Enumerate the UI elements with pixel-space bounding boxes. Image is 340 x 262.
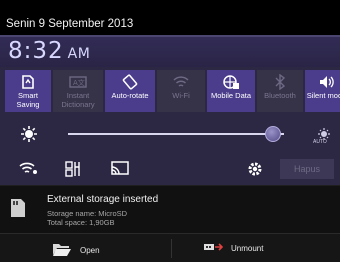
notification-total-space: Total space: 1,90GB — [47, 218, 115, 227]
toggle-label: Bluetooth — [264, 91, 296, 100]
clock-ampm: AM — [67, 46, 91, 62]
toggle-label: Wi-Fi — [172, 91, 190, 100]
rotate-icon — [120, 73, 140, 91]
wifi-settings-icon[interactable] — [18, 160, 38, 181]
action-divider — [171, 239, 172, 258]
screen-mirroring-icon[interactable] — [110, 160, 130, 183]
toggle-label-line2: Dictionary — [61, 100, 95, 109]
toggle-silent-mode[interactable]: Silent mode — [305, 70, 340, 112]
brightness-icon — [20, 125, 38, 148]
brightness-slider-thumb[interactable] — [265, 126, 281, 142]
connection-settings-icon[interactable] — [64, 160, 82, 183]
svg-text:A文: A文 — [73, 78, 85, 87]
bluetooth-icon — [270, 73, 290, 91]
toggle-label: Mobile Data — [210, 91, 252, 100]
sd-card-icon — [10, 198, 26, 218]
unmount-icon — [203, 242, 224, 254]
date-label: Senin 9 September 2013 — [6, 18, 134, 30]
unmount-label: Unmount — [231, 243, 264, 253]
toggle-wifi[interactable]: Wi-Fi — [157, 70, 205, 112]
brightness-row: AUTO — [0, 117, 340, 149]
quick-toggles: Smart Saving A文 Instant Dictionary Auto-… — [5, 70, 340, 112]
toggle-label: Auto-rotate — [111, 91, 149, 100]
storage-notification[interactable]: External storage inserted Storage name: … — [0, 185, 340, 233]
status-bar: Senin 9 September 2013 — [0, 0, 340, 35]
toggle-auto-rotate[interactable]: Auto-rotate — [105, 70, 155, 112]
toggle-smart-saving[interactable]: Smart Saving — [5, 70, 51, 112]
smart-saving-icon — [18, 73, 38, 91]
toggle-bluetooth[interactable]: Bluetooth — [257, 70, 303, 112]
clock-row: 8:32 AM — [0, 37, 340, 67]
notification-actions: Open Unmount — [0, 233, 340, 262]
quick-settings-panel: 8:32 AM Smart Saving A文 Instant Dictionar… — [0, 35, 340, 185]
clock-time: 8:32 — [8, 38, 64, 64]
mobile-data-icon — [221, 73, 241, 91]
open-label: Open — [80, 245, 100, 255]
open-button[interactable]: Open — [52, 242, 100, 258]
notification-storage-name: Storage name: MicroSD — [47, 209, 128, 218]
clock[interactable]: 8:32 AM — [8, 38, 90, 64]
toggle-label: Smart — [17, 91, 38, 100]
settings-gear-icon[interactable] — [246, 160, 264, 183]
toggle-label: Silent mode — [306, 91, 340, 100]
toggle-instant-dictionary[interactable]: A文 Instant Dictionary — [53, 70, 103, 112]
folder-open-icon — [52, 242, 72, 258]
silent-mode-icon — [317, 73, 337, 91]
toggle-mobile-data[interactable]: Mobile Data — [207, 70, 255, 112]
panel-bottom-row: Hapus — [0, 153, 340, 185]
unmount-button[interactable]: Unmount — [203, 242, 263, 254]
auto-brightness-label: AUTO — [313, 139, 327, 145]
dictionary-icon: A文 — [68, 73, 88, 91]
brightness-slider[interactable] — [68, 126, 284, 142]
wifi-icon — [171, 73, 191, 91]
clear-notifications-button[interactable]: Hapus — [280, 159, 334, 179]
toggle-label-line2: Saving — [16, 100, 40, 109]
notification-title: External storage inserted — [47, 194, 159, 205]
toggle-label: Instant — [66, 91, 90, 100]
